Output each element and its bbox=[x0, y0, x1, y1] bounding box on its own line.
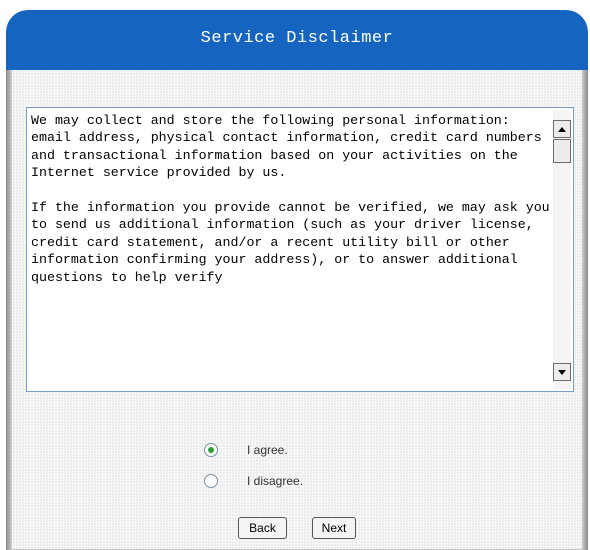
disclaimer-textarea[interactable]: We may collect and store the following p… bbox=[26, 107, 574, 392]
disclaimer-text: We may collect and store the following p… bbox=[31, 113, 550, 285]
back-button[interactable]: Back bbox=[238, 517, 287, 539]
radio-dot-icon bbox=[208, 447, 214, 453]
scroll-down-button[interactable] bbox=[553, 363, 571, 381]
disagree-radio[interactable] bbox=[204, 474, 218, 488]
arrow-up-icon bbox=[558, 126, 566, 132]
disagree-label[interactable]: I disagree. bbox=[247, 474, 303, 488]
header-bar: Service Disclaimer bbox=[6, 10, 588, 70]
disagree-option[interactable]: I disagree. bbox=[204, 474, 303, 488]
agree-radio[interactable] bbox=[204, 443, 218, 457]
scroll-up-button[interactable] bbox=[553, 120, 571, 138]
agree-label[interactable]: I agree. bbox=[247, 443, 288, 457]
next-button[interactable]: Next bbox=[312, 517, 356, 539]
vertical-scrollbar[interactable] bbox=[553, 110, 571, 389]
scroll-thumb[interactable] bbox=[553, 139, 571, 163]
arrow-down-icon bbox=[558, 369, 566, 375]
page-title: Service Disclaimer bbox=[200, 28, 394, 48]
agree-option[interactable]: I agree. bbox=[204, 443, 288, 457]
